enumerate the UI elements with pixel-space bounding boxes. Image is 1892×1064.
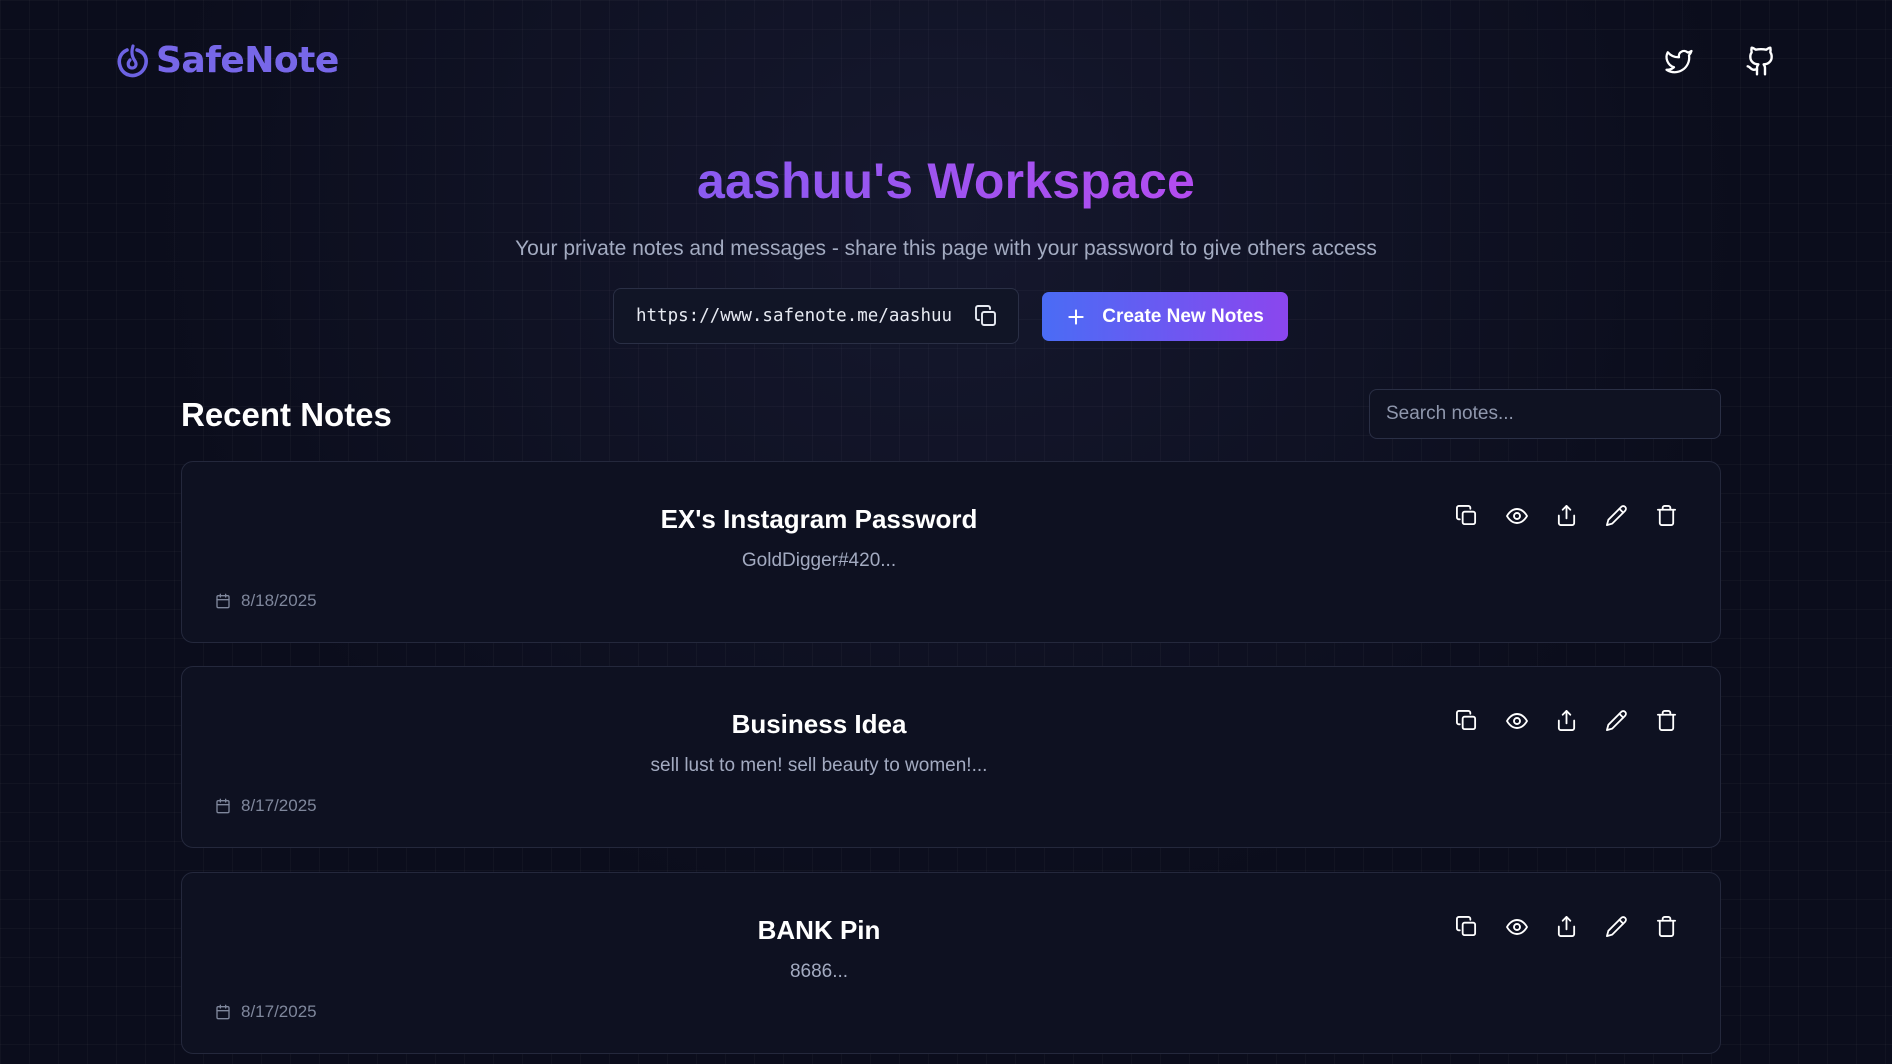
copy-note-button[interactable] bbox=[1453, 913, 1480, 940]
github-icon bbox=[1746, 46, 1773, 76]
note-date-text: 8/18/2025 bbox=[241, 591, 317, 610]
logo-text: SafeNote bbox=[156, 40, 339, 81]
trash-icon bbox=[1656, 710, 1677, 731]
logo[interactable]: SafeNote bbox=[116, 40, 339, 81]
calendar-icon bbox=[216, 798, 230, 814]
workspace-subtitle: Your private notes and messages - share … bbox=[515, 237, 1377, 260]
note-date: 8/18/2025 bbox=[215, 591, 317, 611]
plus-icon bbox=[1068, 308, 1084, 325]
search-notes-input[interactable] bbox=[1369, 389, 1721, 439]
note-date-text: 8/17/2025 bbox=[241, 1002, 317, 1021]
twitter-icon bbox=[1665, 49, 1693, 74]
note-preview: 8686... bbox=[789, 961, 849, 982]
copy-icon bbox=[1456, 916, 1477, 937]
share-note-button[interactable] bbox=[1553, 707, 1580, 734]
delete-note-button[interactable] bbox=[1653, 502, 1680, 529]
copy-note-button[interactable] bbox=[1453, 502, 1480, 529]
pencil-icon bbox=[1606, 710, 1627, 731]
note-date-text: 8/17/2025 bbox=[241, 796, 317, 815]
trash-icon bbox=[1656, 505, 1677, 526]
note-actions bbox=[1453, 913, 1680, 940]
workspace-title: aashuu's Workspace bbox=[0, 152, 1892, 210]
create-new-notes-label: Create New Notes bbox=[1102, 305, 1264, 327]
github-link[interactable] bbox=[1742, 42, 1780, 80]
create-new-notes-button[interactable]: Create New Notes bbox=[1042, 292, 1288, 341]
view-note-button[interactable] bbox=[1503, 502, 1530, 529]
share-url-box: https://www.safenote.me/aashuu bbox=[613, 288, 1019, 344]
share-note-button[interactable] bbox=[1553, 502, 1580, 529]
share-icon bbox=[1557, 710, 1576, 731]
power-swirl-icon bbox=[117, 43, 148, 77]
note-card[interactable]: Business Idea sell lust to men! sell bea… bbox=[181, 666, 1721, 848]
pencil-icon bbox=[1606, 505, 1627, 526]
copy-note-button[interactable] bbox=[1453, 707, 1480, 734]
pencil-icon bbox=[1606, 916, 1627, 937]
note-date: 8/17/2025 bbox=[215, 796, 317, 816]
note-preview: sell lust to men! sell beauty to women!.… bbox=[650, 755, 988, 776]
edit-note-button[interactable] bbox=[1603, 707, 1630, 734]
workspace-title-text: aashuu's Workspace bbox=[696, 153, 1196, 209]
note-date: 8/17/2025 bbox=[215, 1002, 317, 1022]
delete-note-button[interactable] bbox=[1653, 707, 1680, 734]
recent-notes-heading: Recent Notes bbox=[181, 396, 392, 433]
copy-icon bbox=[1456, 710, 1477, 731]
eye-icon bbox=[1505, 507, 1528, 524]
copy-url-button[interactable] bbox=[974, 304, 998, 328]
share-note-button[interactable] bbox=[1553, 913, 1580, 940]
share-icon bbox=[1557, 916, 1576, 937]
note-title: EX's Instagram Password bbox=[660, 504, 978, 534]
note-title: Business Idea bbox=[731, 709, 907, 739]
edit-note-button[interactable] bbox=[1603, 502, 1630, 529]
edit-note-button[interactable] bbox=[1603, 913, 1630, 940]
delete-note-button[interactable] bbox=[1653, 913, 1680, 940]
copy-icon bbox=[1456, 505, 1477, 526]
calendar-icon bbox=[216, 593, 230, 609]
note-card[interactable]: EX's Instagram Password GoldDigger#420..… bbox=[181, 461, 1721, 643]
eye-icon bbox=[1505, 918, 1528, 935]
note-actions bbox=[1453, 502, 1680, 529]
view-note-button[interactable] bbox=[1503, 913, 1530, 940]
trash-icon bbox=[1656, 916, 1677, 937]
eye-icon bbox=[1505, 712, 1528, 729]
share-url: https://www.safenote.me/aashuu bbox=[636, 306, 953, 326]
note-title: BANK Pin bbox=[757, 915, 881, 945]
copy-icon bbox=[975, 305, 996, 326]
twitter-link[interactable] bbox=[1660, 42, 1698, 80]
calendar-icon bbox=[216, 1004, 230, 1020]
note-actions bbox=[1453, 707, 1680, 734]
note-card[interactable]: BANK Pin 8686... 8/17/2025 bbox=[181, 872, 1721, 1054]
view-note-button[interactable] bbox=[1503, 707, 1530, 734]
share-icon bbox=[1557, 505, 1576, 526]
note-preview: GoldDigger#420... bbox=[741, 550, 897, 571]
